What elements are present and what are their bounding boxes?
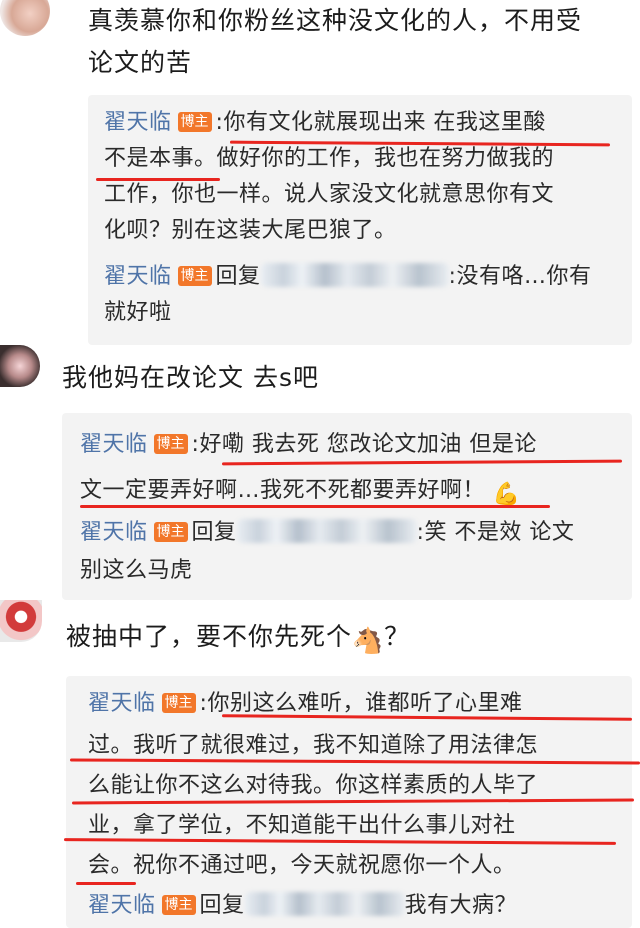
highlight-underline	[80, 505, 550, 508]
username-link[interactable]: 翟天临	[88, 893, 156, 918]
comment-text-line: 我他妈在改论文 去s吧	[62, 363, 319, 392]
blogger-badge: 博主	[177, 112, 212, 132]
sub-reply-text: :笑 不是效 论文	[416, 520, 575, 545]
username-link[interactable]: 翟天临	[80, 432, 148, 457]
avatar[interactable]	[0, 345, 40, 387]
blurred-username	[236, 519, 417, 543]
comment-text-line: 论文的苦	[88, 48, 193, 77]
highlight-underline	[76, 882, 136, 885]
username-link[interactable]: 翟天临	[104, 110, 172, 135]
sub-reply-text: 我有大病？	[404, 893, 518, 918]
sub-reply-line: 就好啦	[104, 300, 172, 325]
sub-reply-line: 翟天临 博主 回复 我有大病？	[88, 888, 517, 924]
reply-text: 好嘞 我去死 您改论文加油 但是论	[199, 432, 537, 457]
reply-line: 不是本事。做好你的工作，我也在努力做我的	[104, 146, 555, 171]
reply-line: 会。祝你不通过吧，今天就祝愿你一个人。	[88, 853, 516, 878]
reply-line: 翟天临 博主:好嘞 我去死 您改论文加油 但是论	[80, 427, 537, 463]
blurred-username	[260, 263, 449, 287]
comment-3: 被抽中了，要不你先死个🐴？ 翟天临 博主:你别这么难听，谁都听了心里难 过。我听了…	[0, 600, 640, 928]
reply-line: 化呗？别在这装大尾巴狼了。	[104, 218, 397, 243]
reply-line: 翟天临 博主:你有文化就展现出来 在我这里酸	[104, 105, 546, 141]
sub-reply-line: 翟天临 博主 回复 :没有咯…你有	[104, 259, 591, 295]
reply-line: 工作，你也一样。说人家没文化就意思你有文	[104, 182, 555, 207]
reply-prefix: 回复	[191, 520, 237, 545]
comment-text: 被抽中了，要不你先死个🐴？	[66, 616, 410, 662]
reply-box: 翟天临 博主:你有文化就展现出来 在我这里酸 不是本事。做好你的工作，我也在努力做…	[88, 95, 632, 345]
avatar[interactable]	[0, 600, 42, 642]
blogger-badge: 博主	[161, 693, 196, 713]
reply-prefix: 回复	[199, 893, 245, 918]
comment-text-line: 真羡慕你和你粉丝这种没文化的人，不用受	[88, 6, 583, 35]
username-link[interactable]: 翟天临	[104, 264, 172, 289]
comment-2: 我他妈在改论文 去s吧 翟天临 博主:好嘞 我去死 您改论文加油 但是论 文一定要…	[0, 345, 640, 600]
sub-reply-text: :没有咯…你有	[448, 264, 592, 289]
avatar[interactable]	[0, 0, 50, 36]
blogger-badge: 博主	[153, 522, 188, 542]
reply-text: 你有文化就展现出来 在我这里酸	[223, 110, 546, 135]
reply-prefix: 回复	[215, 264, 261, 289]
blogger-badge: 博主	[161, 895, 196, 915]
reply-text: 你别这么难听，谁都听了心里难	[207, 691, 523, 716]
username-link[interactable]: 翟天临	[88, 691, 156, 716]
reply-text: 文一定要弄好啊…我死不死都要弄好啊！	[80, 478, 486, 503]
highlight-underline	[96, 178, 220, 181]
blogger-badge: 博主	[177, 266, 212, 286]
horse-face-icon: 🐴	[352, 626, 385, 655]
sub-reply-line: 别这么马虎	[80, 558, 193, 583]
comment-text-line: 被抽中了，要不你先死个	[66, 622, 353, 651]
sub-reply-line: 翟天临 博主 回复 :笑 不是效 论文	[80, 515, 574, 551]
comment-text: 我他妈在改论文 去s吧	[62, 357, 319, 399]
username-link[interactable]: 翟天临	[80, 520, 148, 545]
comment-text: 真羡慕你和你粉丝这种没文化的人，不用受 论文的苦	[88, 0, 582, 84]
blogger-badge: 博主	[153, 434, 188, 454]
blurred-username	[244, 892, 405, 916]
comment-1: 真羡慕你和你粉丝这种没文化的人，不用受 论文的苦 翟天临 博主:你有文化就展现出来…	[0, 0, 640, 345]
comment-text-line: ？	[384, 622, 411, 651]
